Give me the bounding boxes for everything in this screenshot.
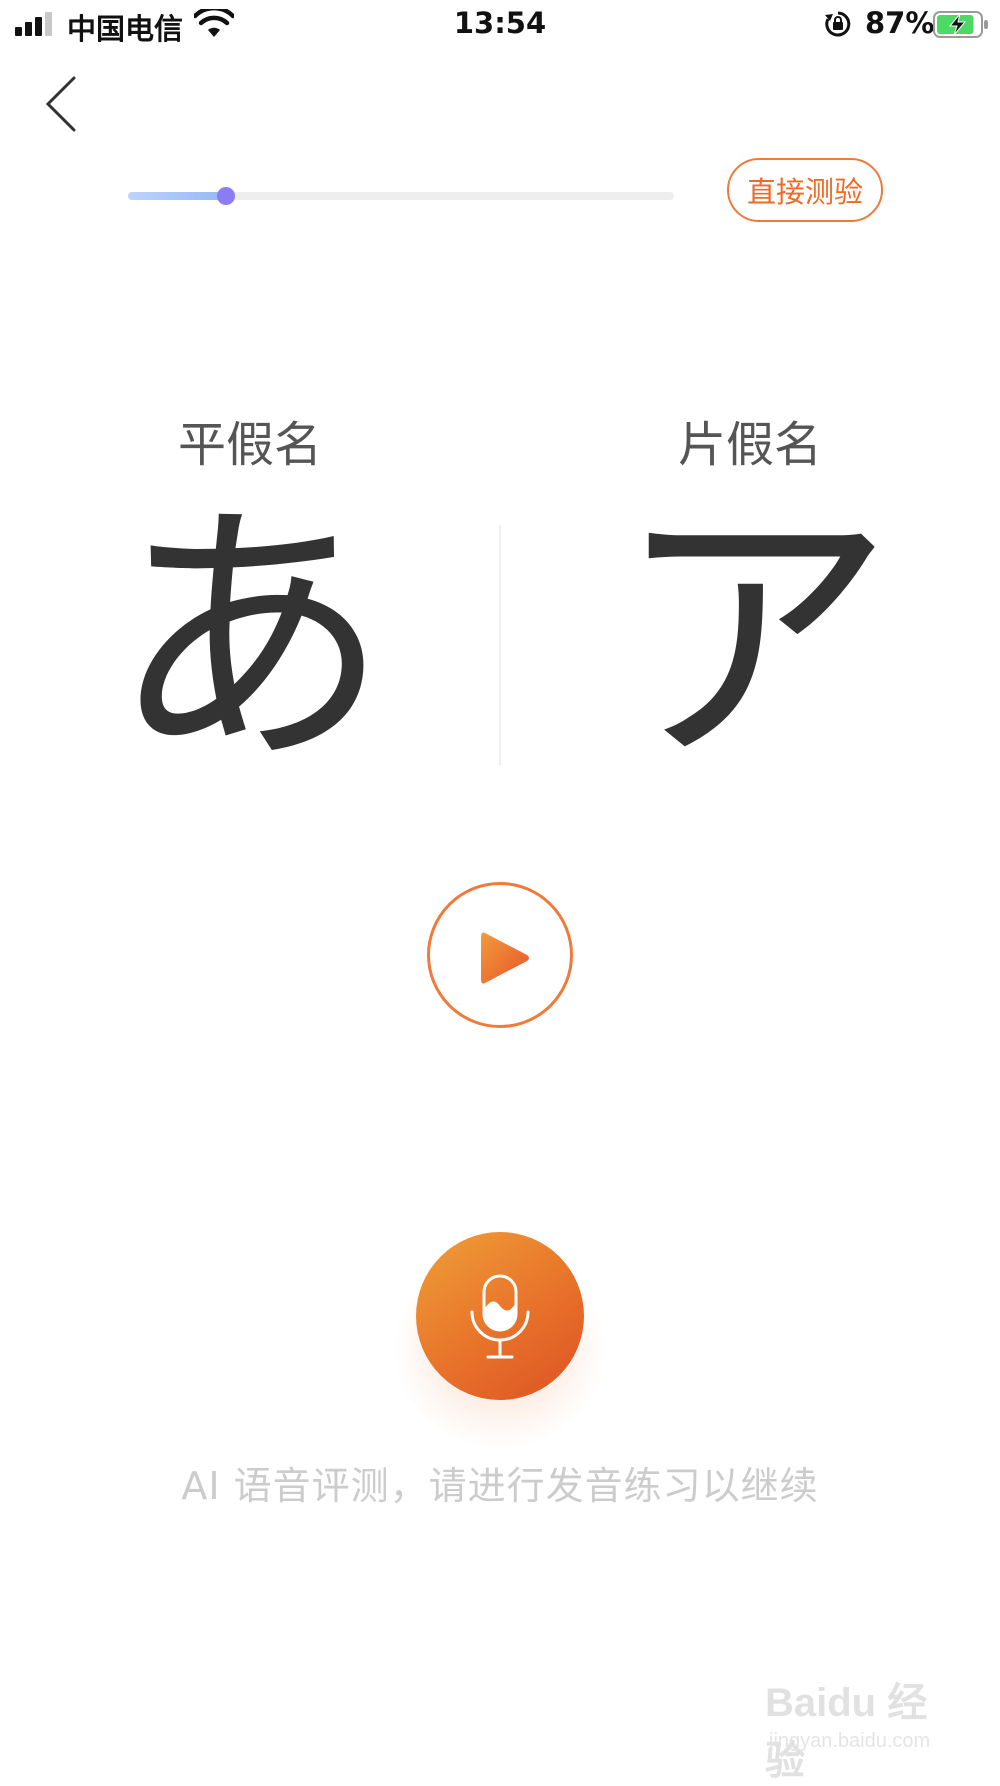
battery-charging-icon	[933, 11, 988, 38]
battery-percent: 87%	[865, 6, 935, 40]
hiragana-label: 平假名	[177, 417, 322, 473]
back-button[interactable]	[36, 72, 86, 132]
progress-thumb[interactable]	[217, 187, 236, 205]
katakana-label: 片假名	[677, 417, 822, 473]
lesson-progress-slider[interactable]	[128, 187, 674, 205]
chevron-left-icon	[45, 76, 76, 132]
direct-test-button[interactable]: 直接测验	[727, 158, 883, 222]
microphone-icon	[470, 1274, 530, 1359]
katakana-character: ア	[614, 477, 894, 803]
ai-evaluation-hint: AI 语音评测，请进行发音练习以继续	[181, 1464, 819, 1508]
kana-divider	[499, 525, 501, 765]
play-icon	[481, 932, 529, 984]
baidu-jingyan-watermark: Baidu 经验 jingyan.baidu.com	[765, 1670, 965, 1783]
hiragana-character: あ	[110, 477, 390, 803]
record-microphone-button[interactable]	[416, 1232, 584, 1400]
watermark-url: jingyan.baidu.com	[769, 1730, 931, 1752]
play-audio-button[interactable]	[427, 882, 573, 1028]
status-bar: 中国电信 13:54 87%	[0, 0, 1000, 50]
orientation-lock-icon	[825, 11, 851, 37]
watermark-brand: Baidu 经验	[765, 1681, 928, 1783]
progress-fill	[128, 192, 227, 200]
